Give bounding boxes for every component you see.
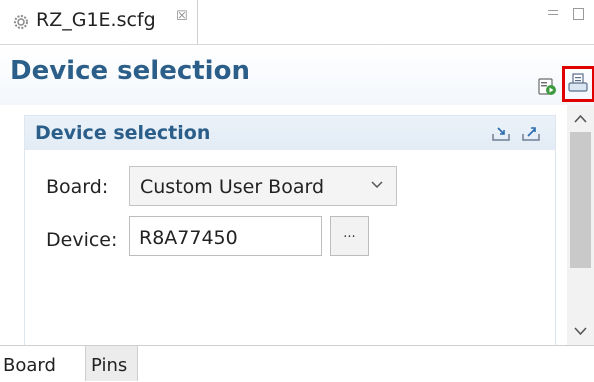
editor-tab-title: RZ_G1E.scfg [36, 9, 156, 31]
board-label: Board: [46, 176, 109, 198]
chevron-down-icon[interactable] [567, 320, 594, 342]
generate-report-icon[interactable] [568, 73, 588, 93]
page-title: Device selection [10, 56, 250, 86]
board-select-value: Custom User Board [140, 176, 325, 198]
device-field-value: R8A77450 [139, 227, 238, 249]
minimize-icon[interactable] [545, 6, 561, 20]
generate-code-icon[interactable] [537, 76, 557, 96]
section-title: Device selection [35, 122, 211, 144]
device-label: Device: [46, 229, 118, 251]
chevron-down-icon [371, 181, 383, 189]
gear-icon [14, 15, 28, 29]
tab-pins-label: Pins [91, 355, 128, 376]
maximize-icon[interactable] [570, 5, 586, 21]
chevron-up-icon[interactable] [567, 108, 594, 130]
export-icon[interactable] [521, 124, 541, 142]
import-icon[interactable] [491, 126, 511, 142]
device-browse-label: ... [343, 226, 356, 241]
tab-board-label: Board [3, 355, 56, 376]
close-icon[interactable]: ☒ [176, 9, 188, 24]
scrollbar-thumb[interactable] [570, 132, 591, 268]
